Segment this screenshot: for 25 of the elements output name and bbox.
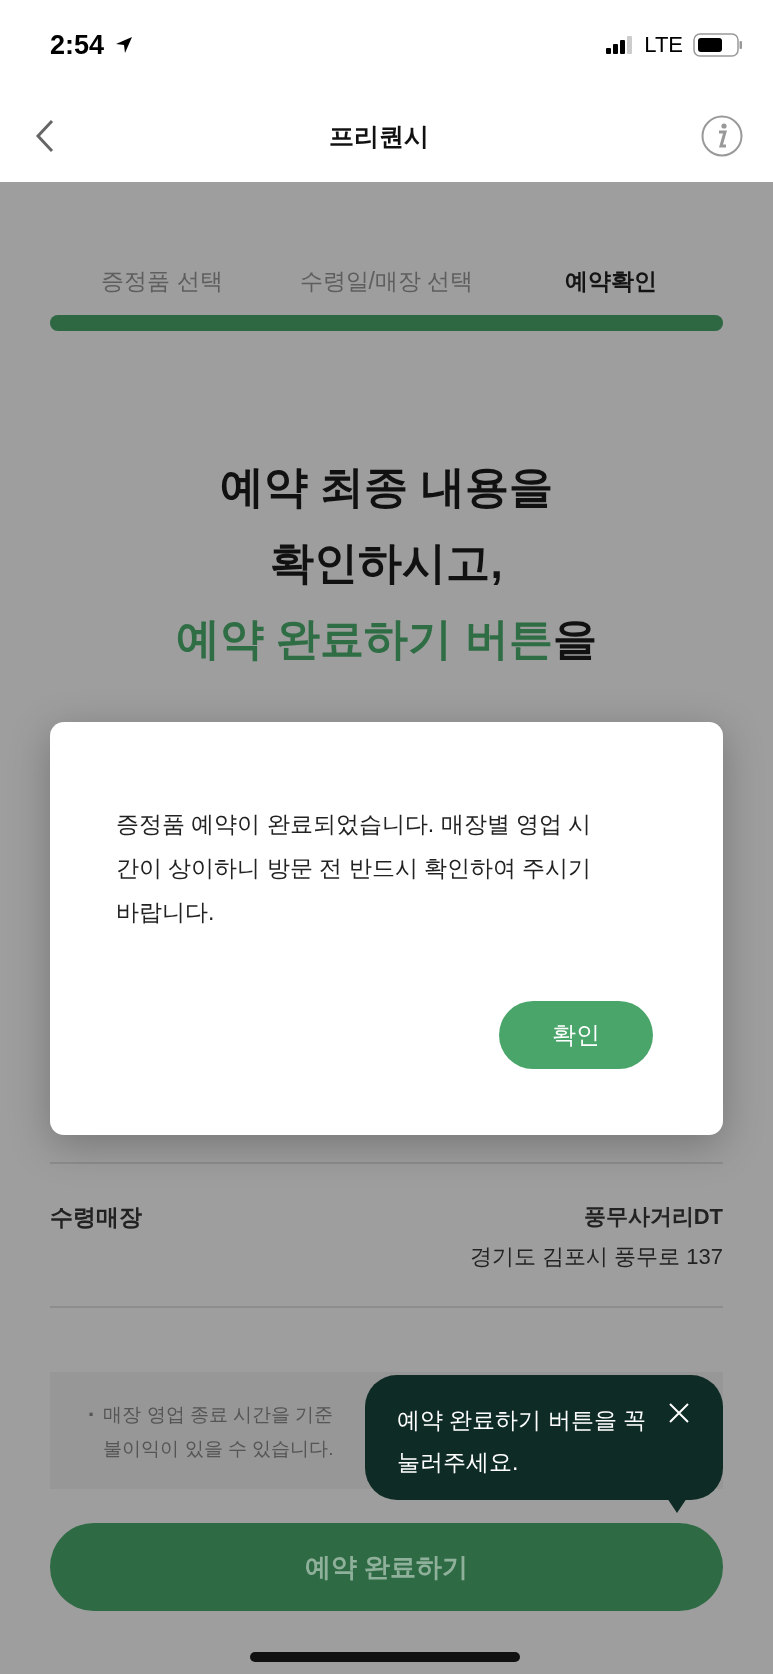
location-arrow-icon — [114, 35, 135, 55]
close-icon[interactable] — [668, 1402, 690, 1424]
confirm-button[interactable]: 확인 — [499, 1001, 653, 1069]
detail-value: 풍무사거리DT — [583, 1203, 723, 1231]
step-tab[interactable]: 예약확인 — [564, 266, 657, 297]
network-label: LTE — [644, 32, 683, 58]
info-icon[interactable] — [701, 115, 743, 157]
tooltip-text: 예약 완료하기 버튼을 꼭 눌러주세요. — [397, 1406, 647, 1477]
headline-line: 예약 최종 내용을 — [219, 461, 554, 513]
back-icon[interactable] — [34, 119, 56, 153]
notice-text: 불이익이 있을 수 있습니다. — [103, 1437, 334, 1461]
notice-text: 매장 영업 종료 시간을 기준 — [103, 1403, 334, 1427]
battery-icon — [693, 33, 743, 57]
dialog-message: 증정품 예약이 완료되었습니다. 매장별 영업 시간이 상이하니 방문 전 반드시 확인하여 주시기 바랍니다. — [116, 810, 593, 927]
detail-value: 경기도 김포시 풍무로 137 — [469, 1243, 723, 1271]
page-title: 프리퀀시 — [328, 120, 429, 152]
status-time: 2:54 — [50, 29, 105, 61]
bullet-mark: · — [88, 1402, 96, 1429]
headline-line: 예약 완료하기 버튼을 — [175, 613, 598, 665]
signal-icon — [606, 36, 635, 54]
reserve-button[interactable]: 예약 완료하기 — [50, 1523, 723, 1611]
step-tab[interactable]: 증정품 선택 — [101, 266, 223, 297]
step-tab[interactable]: 수령일/매장 선택 — [299, 266, 474, 297]
headline-line: 확인하시고, — [269, 537, 504, 589]
detail-label: 수령매장 — [50, 1203, 142, 1232]
